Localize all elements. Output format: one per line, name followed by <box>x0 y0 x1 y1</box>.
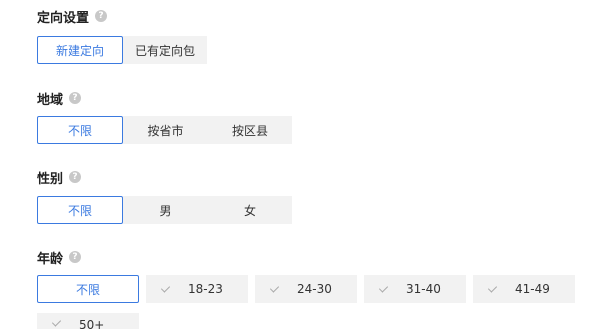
checkmark-icon <box>378 284 388 294</box>
region-option-province[interactable]: 按省市 <box>123 116 208 144</box>
region-title-label: 地域 <box>37 92 64 108</box>
help-icon[interactable]: ? <box>95 10 108 22</box>
age-option-label: 41-49 <box>515 282 550 296</box>
gender-option-female[interactable]: 女 <box>208 196 292 224</box>
help-icon[interactable]: ? <box>69 92 82 104</box>
age-option-label: 18-23 <box>188 282 223 296</box>
checkmark-icon <box>51 318 61 328</box>
gender-option-male[interactable]: 男 <box>123 196 208 224</box>
age-option-50-plus[interactable]: 50+ <box>37 313 139 332</box>
age-title: 年龄 ? <box>37 248 82 267</box>
region-option-county[interactable]: 按区县 <box>208 116 292 144</box>
targeting-title-label: 定向设置 <box>37 10 90 26</box>
age-option-24-30[interactable]: 24-30 <box>255 275 357 303</box>
gender-option-any[interactable]: 不限 <box>37 196 123 224</box>
gender-title-label: 性别 <box>37 171 64 187</box>
region-option-any[interactable]: 不限 <box>37 116 123 144</box>
age-title-label: 年龄 <box>37 251 64 267</box>
age-option-41-49[interactable]: 41-49 <box>473 275 575 303</box>
age-option-label: 31-40 <box>406 282 441 296</box>
targeting-title: 定向设置 ? <box>37 7 108 26</box>
help-icon[interactable]: ? <box>69 171 82 183</box>
age-option-any[interactable]: 不限 <box>37 275 139 303</box>
checkmark-icon <box>160 284 170 294</box>
help-icon[interactable]: ? <box>69 251 82 263</box>
region-title: 地域 ? <box>37 89 82 108</box>
new-targeting-button[interactable]: 新建定向 <box>37 36 123 64</box>
checkmark-icon <box>269 284 279 294</box>
checkmark-icon <box>487 284 497 294</box>
age-option-label: 50+ <box>79 318 105 332</box>
existing-package-button[interactable]: 已有定向包 <box>123 36 207 64</box>
age-option-18-23[interactable]: 18-23 <box>146 275 248 303</box>
age-option-label: 24-30 <box>297 282 332 296</box>
age-option-31-40[interactable]: 31-40 <box>364 275 466 303</box>
gender-title: 性别 ? <box>37 168 82 187</box>
